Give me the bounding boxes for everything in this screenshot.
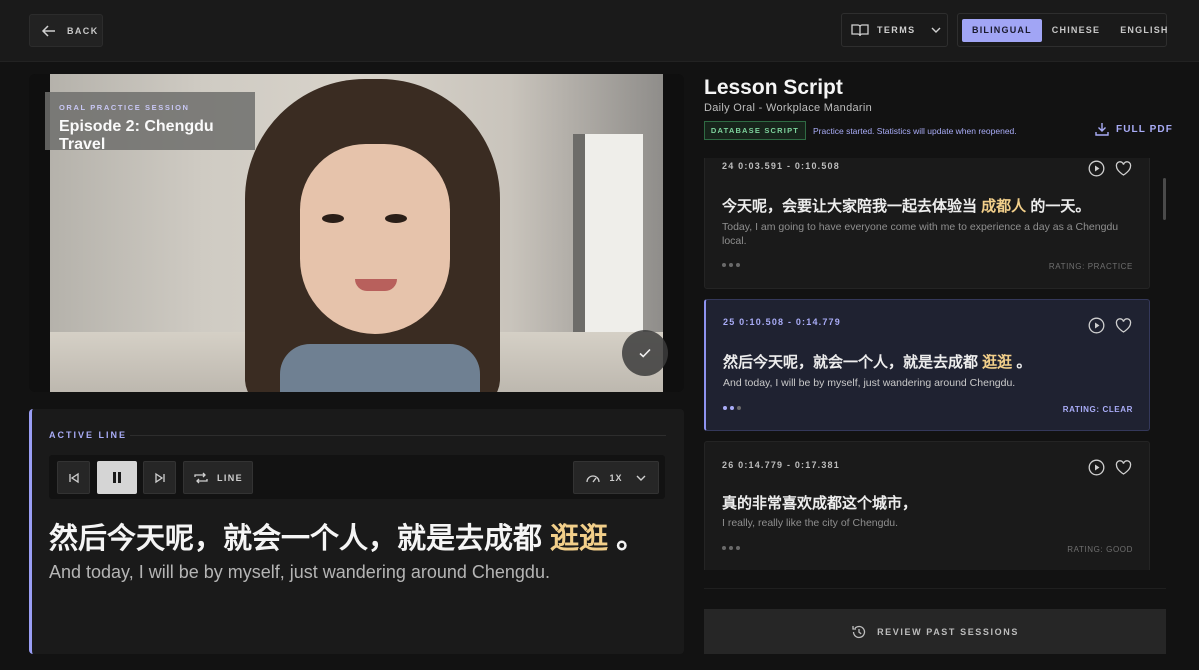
history-icon [852, 625, 866, 638]
script-line-time: 25 0:10.508 - 0:14.779 [723, 317, 841, 327]
script-list[interactable]: 24 0:03.591 - 0:10.508 今天呢，会要让大家陪我一起去体验当… [704, 158, 1150, 570]
script-line-actions [1088, 160, 1132, 177]
next-line-button[interactable] [143, 461, 176, 494]
divider [704, 588, 1166, 589]
complete-button[interactable] [622, 330, 668, 376]
chevron-down-icon [931, 27, 940, 33]
active-line-chinese-end: 。 [608, 523, 646, 555]
script-line-chinese-text: 然后今天呢，就会一个人，就是去成都 [723, 354, 983, 371]
chevron-down-icon [636, 475, 645, 481]
arrow-left-icon [41, 24, 55, 37]
script-line-time: 24 0:03.591 - 0:10.508 [722, 161, 840, 171]
script-line-card[interactable]: 24 0:03.591 - 0:10.508 今天呢，会要让大家陪我一起去体验当… [704, 158, 1150, 289]
play-circle-icon[interactable] [1088, 459, 1105, 476]
checkmark-icon [639, 348, 651, 358]
pause-button[interactable] [97, 461, 137, 494]
script-line-card-active[interactable]: 25 0:10.508 - 0:14.779 然后今天呢，就会一个人，就是去成都… [704, 299, 1150, 431]
script-line-card[interactable]: 26 0:14.779 - 0:17.381 真的非常喜欢成都这个城市， I r… [704, 441, 1150, 570]
heart-icon[interactable] [1115, 317, 1132, 334]
review-past-sessions-button[interactable]: REVIEW PAST SESSIONS [704, 609, 1166, 654]
book-icon [851, 24, 869, 37]
status-note: Practice started. Statistics will update… [813, 126, 1017, 136]
script-line-english: And today, I will be by myself, just wan… [723, 377, 1016, 389]
review-past-sessions-label: REVIEW PAST SESSIONS [877, 626, 1019, 637]
script-line-rating: RATING: GOOD [1067, 545, 1133, 554]
script-line-actions [1088, 459, 1132, 476]
active-line-kicker: ACTIVE LINE [49, 430, 128, 440]
active-line-chinese: 然后今天呢，就会一个人，就是去成都 逛逛 。 [49, 515, 645, 557]
lesson-title: Lesson Script [704, 76, 843, 99]
script-line-chinese-text: 今天呢，会要让大家陪我一起去体验当 [722, 198, 982, 215]
database-script-badge: DATABASE SCRIPT [704, 121, 806, 140]
script-line-chinese-end: 的一天。 [1026, 198, 1091, 215]
speed-dropdown[interactable]: 1X [573, 461, 659, 494]
script-line-chinese: 然后今天呢，就会一个人，就是去成都 逛逛 。 [723, 351, 1031, 372]
script-line-rating: RATING: PRACTICE [1048, 262, 1133, 271]
download-icon [1095, 123, 1109, 136]
lang-option-english[interactable]: ENGLISH [1110, 19, 1178, 42]
heart-icon[interactable] [1115, 160, 1132, 177]
repeat-line-label: LINE [216, 472, 244, 483]
playback-controls: LINE 1X [49, 455, 665, 499]
language-toggle: BILINGUAL CHINESE ENGLISH [957, 13, 1167, 47]
script-line-highlight-term[interactable]: 成都人 [981, 198, 1026, 215]
script-line-english: Today, I am going to have everyone come … [722, 221, 1119, 247]
script-line-time: 26 0:14.779 - 0:17.381 [722, 460, 840, 470]
script-line-highlight-term[interactable]: 逛逛 [982, 354, 1012, 371]
full-pdf-label: FULL PDF [1116, 123, 1173, 135]
rating-dots [722, 263, 740, 267]
terms-label: TERMS [877, 25, 916, 35]
script-line-english: I really, really like the city of Chengd… [722, 517, 899, 529]
back-button[interactable]: BACK [29, 14, 103, 47]
scrollbar-thumb[interactable] [1163, 178, 1166, 220]
play-circle-icon[interactable] [1088, 317, 1105, 334]
skip-forward-icon [154, 472, 165, 483]
lang-option-bilingual[interactable]: BILINGUAL [962, 18, 1042, 42]
repeat-line-button[interactable]: LINE [183, 461, 253, 494]
script-line-actions [1088, 317, 1132, 334]
active-line-panel: ACTIVE LINE LINE 1X 然后今天呢，就会一个人，就是去成都 逛逛… [29, 409, 684, 654]
divider [130, 435, 666, 436]
top-bar: BACK TERMS BILINGUAL CHINESE ENGLISH [0, 0, 1199, 62]
session-info-card: ORAL PRACTICE SESSION Episode 2: Chengdu… [45, 92, 255, 153]
script-line-chinese-end: 。 [1012, 354, 1032, 371]
rating-dots [722, 546, 740, 550]
session-title: Episode 2: Chengdu Travel [59, 118, 214, 153]
script-line-chinese: 今天呢，会要让大家陪我一起去体验当 成都人 的一天。 [722, 195, 1090, 216]
previous-line-button[interactable] [57, 461, 90, 494]
heart-icon[interactable] [1115, 459, 1132, 476]
back-label: BACK [67, 25, 99, 36]
speedometer-icon [586, 474, 601, 482]
active-line-chinese-text: 然后今天呢，就会一个人，就是去成都 [49, 523, 551, 555]
active-line-highlight-term[interactable]: 逛逛 [550, 523, 608, 555]
active-line-english: And today, I will be by myself, just wan… [49, 562, 550, 582]
script-line-chinese: 真的非常喜欢成都这个城市， [722, 492, 917, 513]
skip-back-icon [68, 472, 79, 483]
terms-dropdown[interactable]: TERMS [841, 13, 948, 47]
pause-icon [113, 472, 121, 483]
rating-dots [723, 406, 741, 410]
lang-option-chinese[interactable]: CHINESE [1042, 19, 1110, 42]
session-kicker: ORAL PRACTICE SESSION [59, 103, 190, 112]
play-circle-icon[interactable] [1088, 160, 1105, 177]
script-line-rating: RATING: CLEAR [1062, 405, 1133, 414]
lesson-subtitle: Daily Oral - Workplace Mandarin [704, 102, 873, 114]
repeat-icon [194, 472, 208, 483]
full-pdf-button[interactable]: FULL PDF [1095, 122, 1173, 136]
speed-label: 1X [609, 472, 623, 483]
script-line-chinese-text: 真的非常喜欢成都这个城市， [722, 495, 918, 512]
